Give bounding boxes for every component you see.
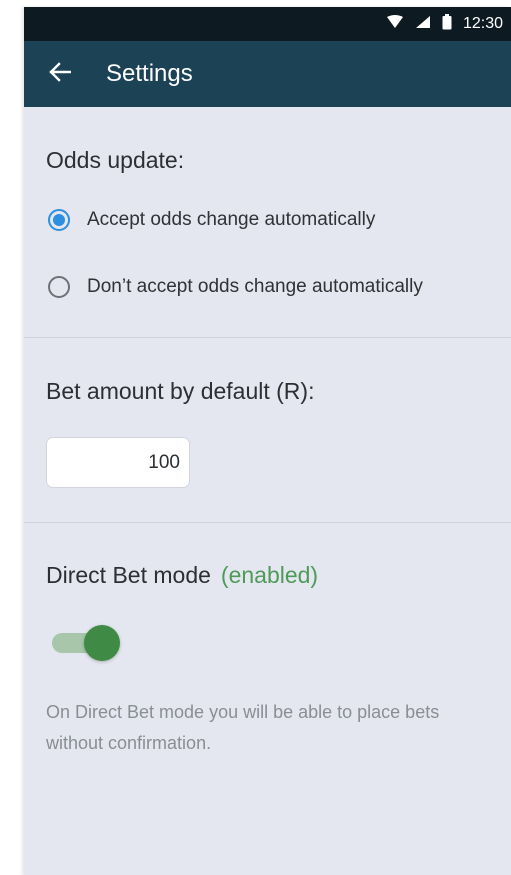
section-divider — [24, 522, 511, 523]
radio-label: Accept odds change automatically — [87, 209, 376, 230]
section-divider — [24, 337, 511, 338]
signal-icon — [415, 15, 431, 34]
toggle-knob[interactable] — [84, 625, 120, 661]
direct-bet-heading: Direct Bet mode (enabled) — [46, 562, 318, 589]
arrow-left-icon — [49, 61, 72, 87]
status-icons: 12:30 — [386, 7, 503, 41]
radio-unchecked-icon[interactable] — [48, 276, 70, 298]
radio-accept-odds[interactable]: Accept odds change automatically — [48, 205, 375, 235]
status-bar: 12:30 — [24, 7, 511, 41]
bet-amount-heading: Bet amount by default (R): — [46, 378, 315, 404]
back-button[interactable] — [44, 58, 76, 90]
radio-checked-icon[interactable] — [48, 209, 70, 231]
bet-amount-value: 100 — [148, 452, 180, 473]
direct-bet-title: Direct Bet mode — [46, 562, 211, 588]
status-time: 12:30 — [462, 15, 503, 32]
app-bar: Settings — [24, 41, 511, 107]
radio-label: Don’t accept odds change automatically — [87, 276, 423, 297]
radio-reject-odds[interactable]: Don’t accept odds change automatically — [48, 272, 423, 302]
odds-update-heading: Odds update: — [46, 147, 185, 173]
battery-icon — [442, 13, 452, 35]
wifi-icon — [386, 14, 404, 34]
direct-bet-toggle[interactable] — [52, 625, 124, 661]
bet-amount-input[interactable]: 100 — [46, 437, 190, 488]
page-title: Settings — [106, 60, 193, 87]
direct-bet-description: On Direct Bet mode you will be able to p… — [46, 702, 440, 753]
direct-bet-status: (enabled) — [220, 562, 319, 588]
settings-screen: 12:30 Settings Odds update: Accept odds … — [24, 7, 511, 875]
